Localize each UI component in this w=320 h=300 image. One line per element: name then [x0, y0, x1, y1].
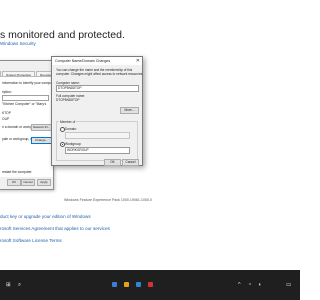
computer-name-tab-panel: information to identify your computer ri… [0, 76, 56, 177]
volume-icon[interactable]: ◖ [258, 281, 261, 289]
workgroup-input[interactable]: WORKGROUP [65, 147, 130, 154]
search-icon[interactable]: ⌕ [18, 281, 21, 289]
computer-name-input[interactable]: DTOP8ND8TOP [56, 85, 139, 92]
windows-security-link[interactable]: Windows Security [0, 41, 36, 46]
services-agreement-link[interactable]: rosoft Services Agreement that applies t… [0, 226, 110, 231]
apply-button[interactable]: Apply [37, 179, 51, 186]
computer-name-domain-changes-dialog: Computer Name/Domain Changes ✕ You can c… [51, 56, 143, 166]
full-computer-name-value: DTOP8ND8TOP [56, 98, 80, 102]
taskbar-app-icon-3[interactable] [136, 282, 141, 287]
notification-icon[interactable]: ▭ [286, 281, 291, 289]
dialog-title: Computer Name/Domain Changes [55, 59, 111, 63]
member-of-group: Member of Domain: Workgroup: WORKGROUP [56, 120, 138, 161]
intro-text: information to identify your computer [2, 81, 56, 85]
show-hidden-icons-icon[interactable]: ^ [238, 281, 241, 289]
network-id-button[interactable]: Network ID... [31, 124, 52, 131]
start-icon[interactable]: ⊞ [6, 281, 11, 289]
change-button[interactable]: Change... [31, 137, 52, 144]
taskbar-app-icon-1[interactable] [112, 282, 117, 287]
restart-note: restart the computer. [2, 170, 33, 174]
dialog-titlebar[interactable]: Computer Name/Domain Changes ✕ [52, 57, 142, 65]
ok-button[interactable]: OK [104, 159, 121, 166]
cancel-button[interactable]: Cancel [21, 179, 35, 186]
description-example: "Kitchen Computer" or "Mary's [2, 102, 47, 106]
description-line-2: computer. Changes might affect access to… [56, 72, 144, 76]
license-terms-link[interactable]: rosoft Software License Terms [0, 238, 62, 243]
domain-input[interactable] [65, 132, 130, 139]
domain-label: Domain: [65, 127, 77, 131]
taskbar: ⊞ ⌕ ^ ◔ ◖ ▭ [0, 270, 300, 300]
system-properties-dialog: System Protection Remote information to … [0, 60, 56, 190]
description-label: ription: [2, 90, 12, 94]
description-input[interactable] [2, 95, 49, 101]
cancel-button[interactable]: Cancel [122, 159, 139, 166]
member-of-label: Member of [59, 120, 77, 124]
workgroup-value: OUP [2, 117, 10, 121]
taskbar-app-icon-4[interactable] [148, 282, 153, 287]
more-button[interactable]: More... [120, 107, 139, 114]
ok-button[interactable]: OK [7, 179, 21, 186]
close-icon[interactable]: ✕ [136, 58, 140, 64]
taskbar-app-icon-2[interactable] [124, 282, 129, 287]
workgroup-label: Workgroup: [65, 142, 82, 146]
computer-name-value: KTOP [2, 111, 11, 115]
experience-pack-version: Windows Feature Experience Pack 1000.190… [64, 198, 152, 202]
product-key-link[interactable]: duct key or upgrade your edition of Wind… [0, 214, 91, 219]
network-icon[interactable]: ◔ [248, 281, 251, 289]
security-status-headline: s monitored and protected. [0, 29, 125, 41]
